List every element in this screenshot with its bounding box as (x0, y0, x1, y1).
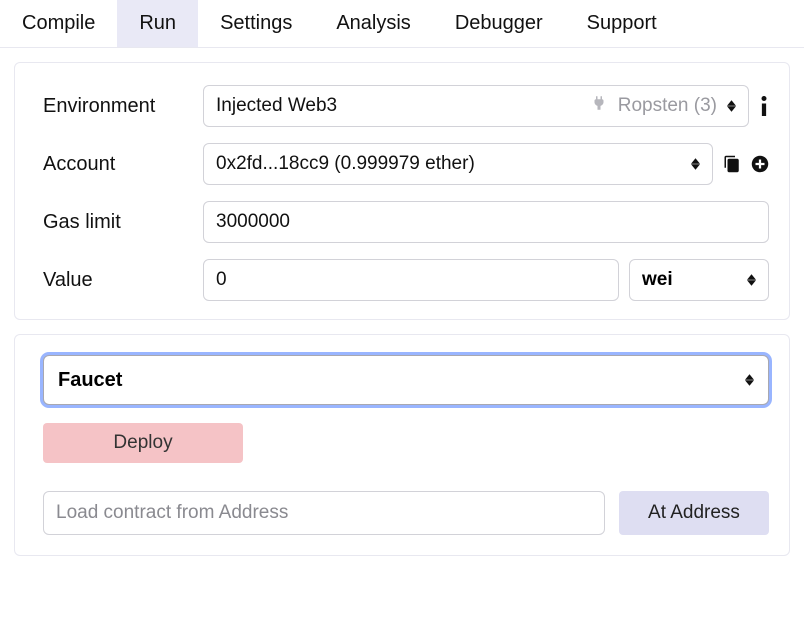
at-address-button[interactable]: At Address (619, 491, 769, 535)
tab-settings[interactable]: Settings (198, 0, 314, 47)
tab-run[interactable]: Run (117, 0, 198, 47)
tab-debugger[interactable]: Debugger (433, 0, 565, 47)
gas-limit-input[interactable] (203, 201, 769, 243)
caret-icon (727, 100, 736, 112)
value-label: Value (43, 269, 203, 292)
environment-value: Injected Web3 (216, 95, 337, 117)
account-row: Account 0x2fd...18cc9 (0.999979 ether) (43, 143, 769, 185)
contract-select[interactable]: Faucet (43, 355, 769, 405)
tab-analysis[interactable]: Analysis (314, 0, 432, 47)
run-config-panel: Environment Injected Web3 Ropsten (3) (14, 62, 790, 320)
account-label: Account (43, 153, 203, 176)
environment-row: Environment Injected Web3 Ropsten (3) (43, 85, 769, 127)
caret-icon (747, 274, 756, 286)
value-unit: wei (642, 269, 673, 291)
add-account-icon[interactable] (751, 155, 769, 173)
environment-label: Environment (43, 95, 203, 118)
value-row: Value wei (43, 259, 769, 301)
value-input[interactable] (203, 259, 619, 301)
gas-limit-label: Gas limit (43, 211, 203, 234)
caret-icon (745, 374, 754, 386)
environment-network: Ropsten (3) (618, 95, 717, 117)
account-select[interactable]: 0x2fd...18cc9 (0.999979 ether) (203, 143, 713, 185)
value-unit-select[interactable]: wei (629, 259, 769, 301)
tabs: Compile Run Settings Analysis Debugger S… (0, 0, 804, 48)
load-address-input[interactable] (43, 491, 605, 535)
tab-compile[interactable]: Compile (0, 0, 117, 47)
info-icon[interactable] (759, 96, 769, 116)
gas-limit-row: Gas limit (43, 201, 769, 243)
deploy-button[interactable]: Deploy (43, 423, 243, 463)
account-value: 0x2fd...18cc9 (0.999979 ether) (216, 153, 475, 175)
contract-panel: Faucet Deploy At Address (14, 334, 790, 556)
caret-icon (691, 158, 700, 170)
environment-select[interactable]: Injected Web3 Ropsten (3) (203, 85, 749, 127)
tab-support[interactable]: Support (565, 0, 679, 47)
contract-selected: Faucet (58, 369, 122, 392)
plug-icon (590, 94, 608, 118)
copy-icon[interactable] (723, 155, 741, 173)
load-contract-row: At Address (43, 491, 769, 535)
